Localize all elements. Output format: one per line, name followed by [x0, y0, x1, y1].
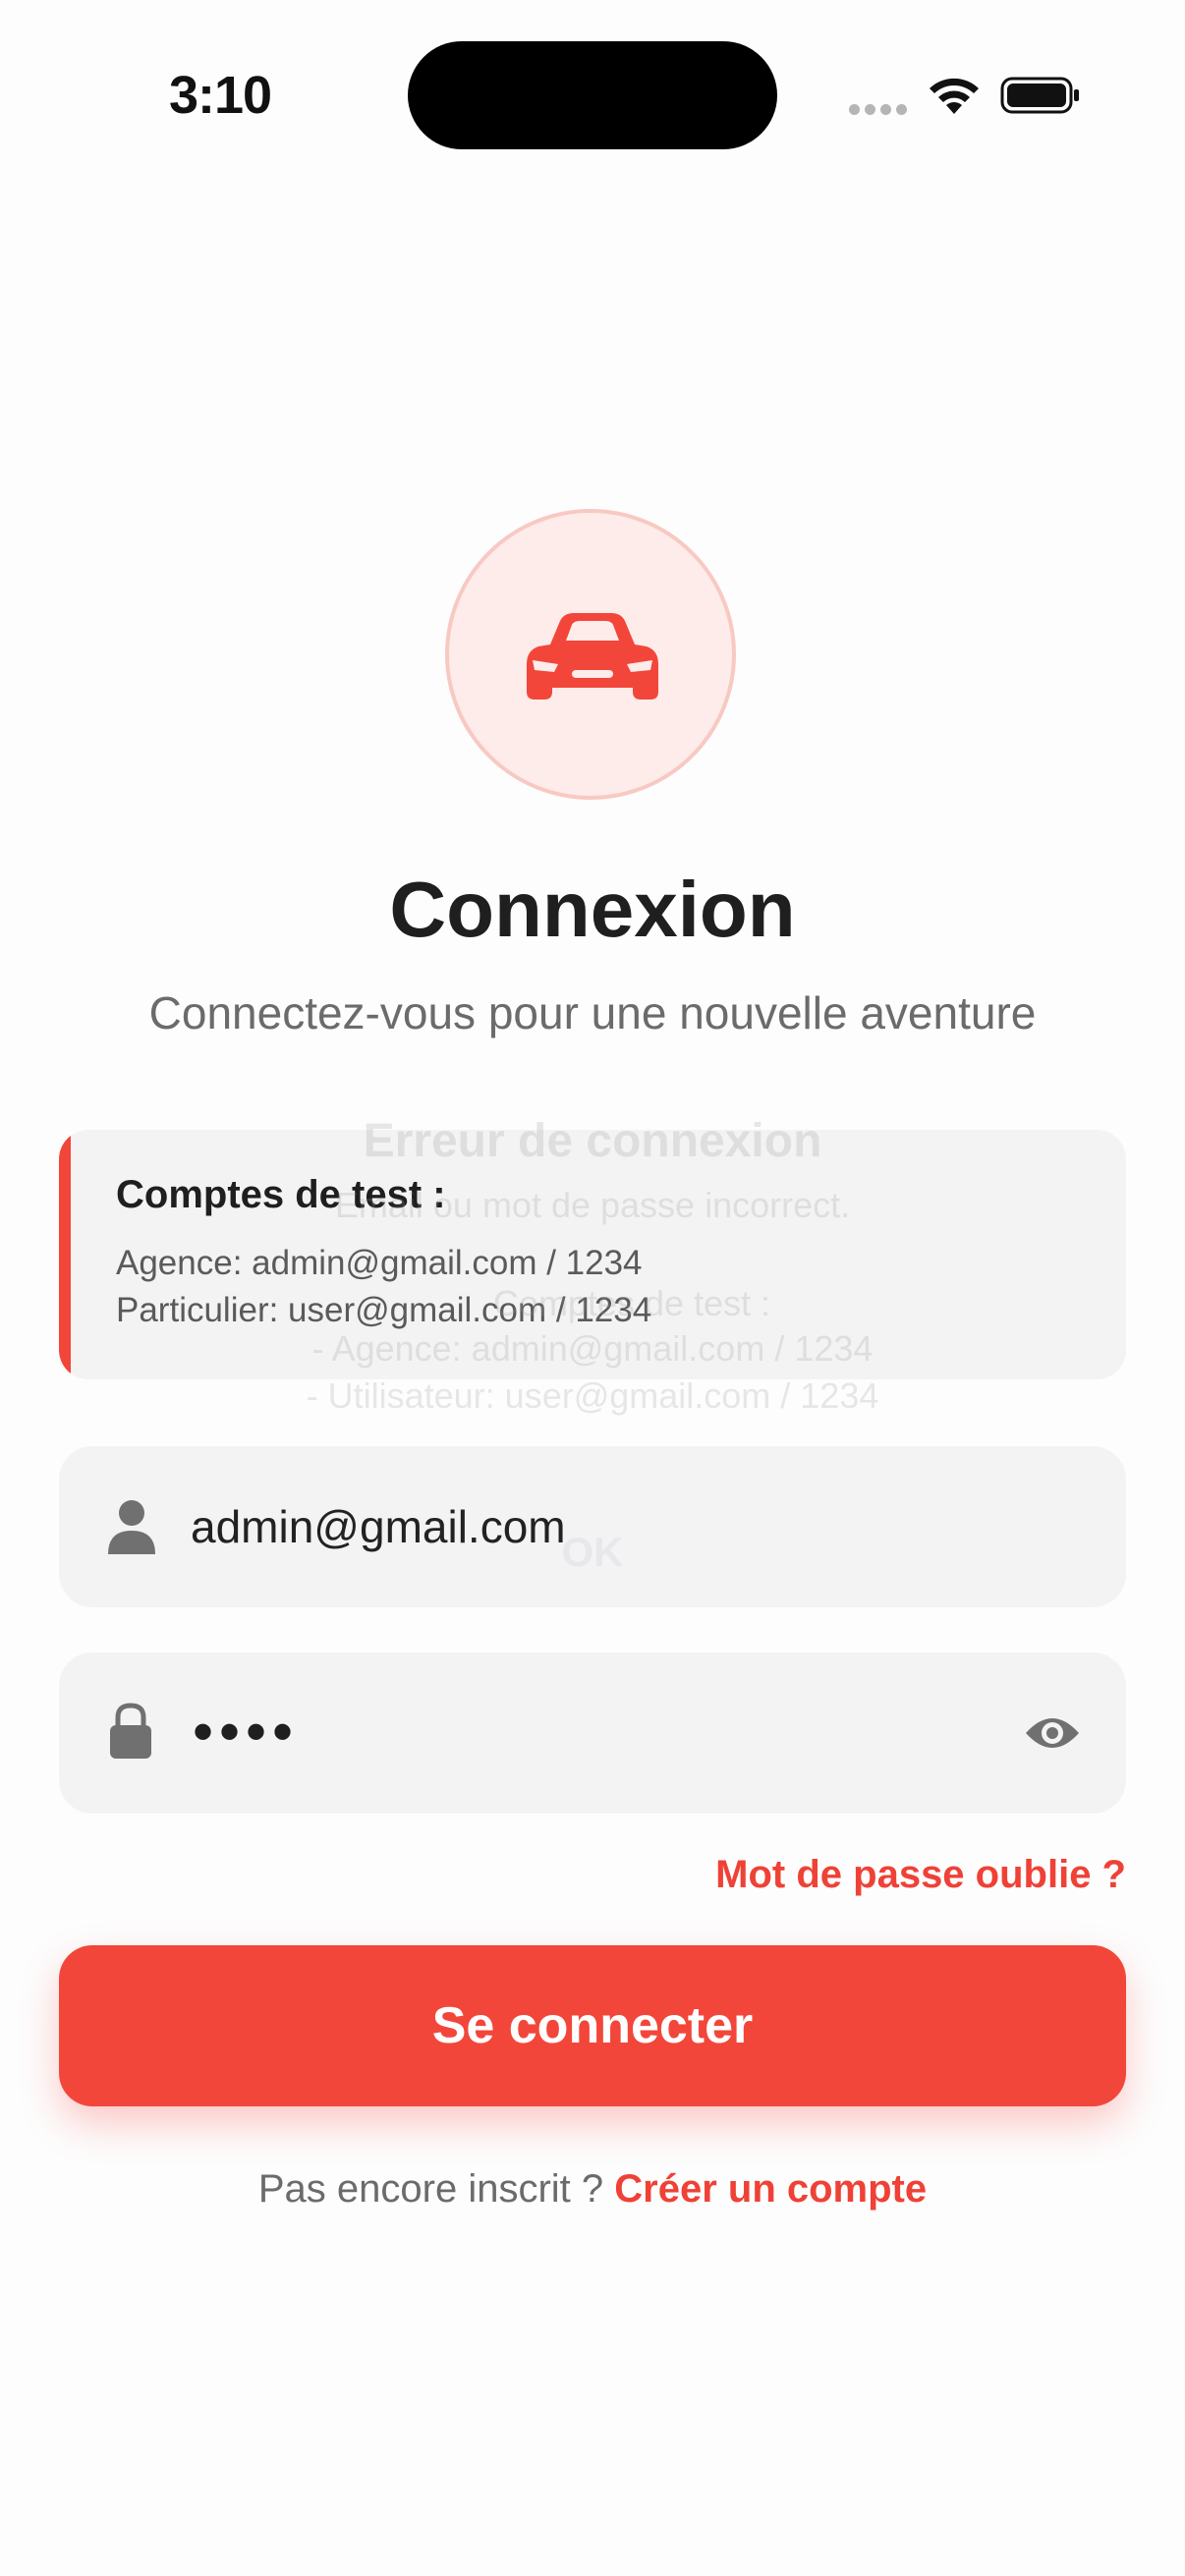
status-bar: 3:10: [0, 0, 1185, 187]
user-icon: [108, 1500, 155, 1554]
signup-row: Pas encore inscrit ? Créer un compte: [0, 2167, 1185, 2212]
wifi-icon: [930, 78, 979, 114]
lock-icon: [110, 1703, 151, 1759]
battery-icon: [1000, 77, 1079, 114]
signup-prompt: Pas encore inscrit ?: [257, 2167, 615, 2211]
test-accounts-card: Comptes de test : Agence: admin@gmail.co…: [59, 1130, 1126, 1379]
test-account-user: Particulier: user@gmail.com / 1234: [116, 1291, 652, 1329]
eye-icon[interactable]: [1024, 1711, 1081, 1755]
ghost-alert-line2: - Utilisateur: user@gmail.com / 1234: [306, 1375, 879, 1416]
signup-link[interactable]: Créer un compte: [614, 2167, 927, 2211]
login-button[interactable]: Se connecter: [59, 1945, 1126, 2106]
page-title: Connexion: [389, 866, 796, 953]
email-input[interactable]: [191, 1446, 977, 1607]
page-subtitle: Connectez-vous pour une nouvelle aventur…: [148, 987, 1037, 1038]
status-time: 3:10: [169, 66, 272, 125]
card-accent-bar: [59, 1130, 71, 1379]
password-input[interactable]: ••••: [193, 1703, 299, 1762]
dynamic-island: [408, 41, 777, 149]
test-accounts-title: Comptes de test :: [116, 1173, 446, 1216]
test-account-agency: Agence: admin@gmail.com / 1234: [116, 1244, 643, 1282]
email-field[interactable]: [59, 1446, 1126, 1607]
forgot-password-link[interactable]: Mot de passe oublie ?: [715, 1853, 1126, 1897]
car-icon: [527, 613, 658, 700]
cellular-icon: [849, 104, 908, 116]
password-field[interactable]: ••••: [59, 1652, 1126, 1814]
